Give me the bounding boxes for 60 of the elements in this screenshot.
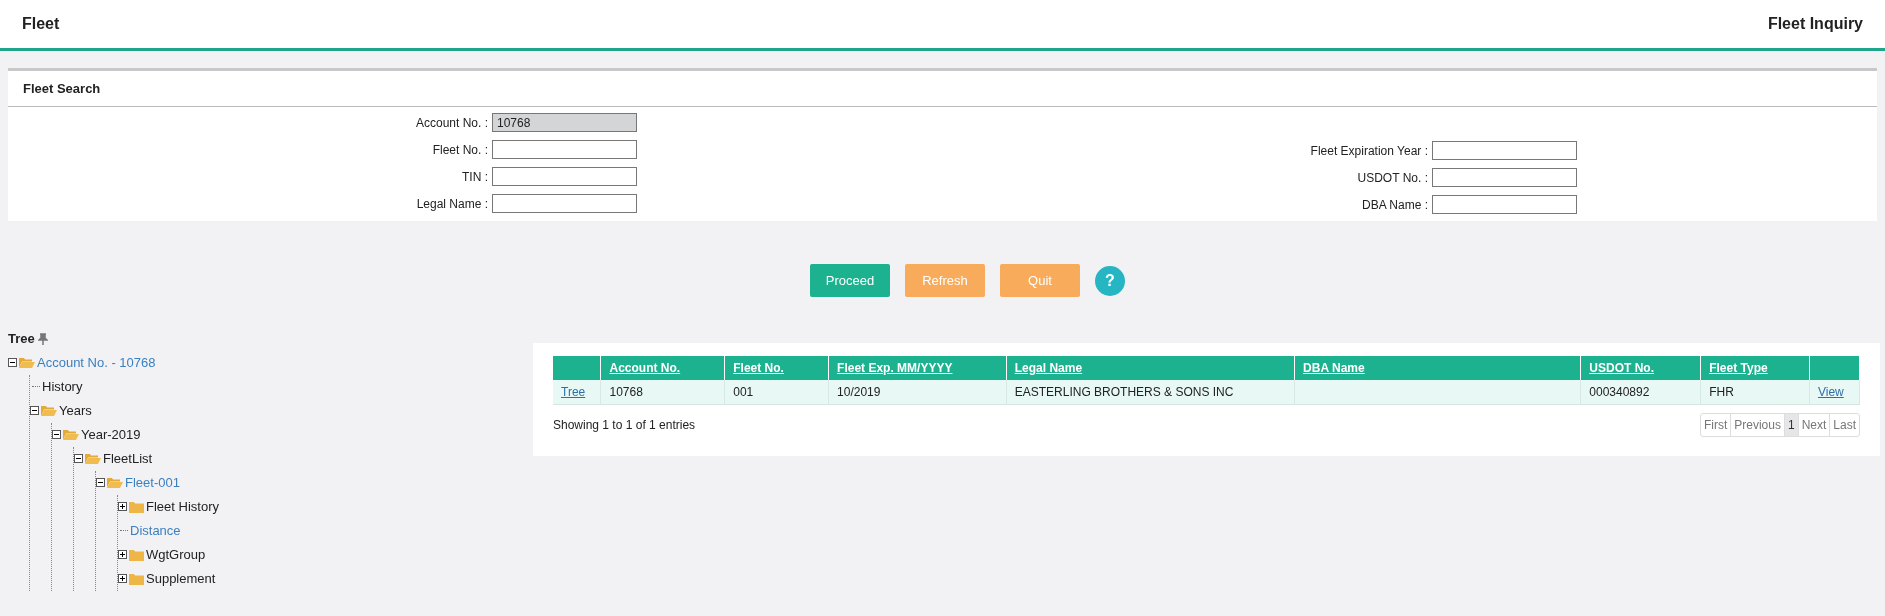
input-field[interactable]: [492, 140, 637, 159]
field-label: TIN :: [461, 168, 488, 186]
folder-icon: [107, 476, 123, 489]
pagination-button[interactable]: First: [1700, 413, 1731, 436]
field-label: DBA Name :: [1360, 196, 1428, 214]
field-label: Account No. :: [414, 114, 488, 132]
entries-info: Showing 1 to 1 of 1 entries: [553, 416, 696, 434]
folder-icon: [41, 404, 57, 417]
tree-node[interactable]: Account No. - 10768: [37, 352, 156, 373]
pagination-button[interactable]: Next: [1797, 413, 1830, 436]
input-field[interactable]: [492, 194, 637, 213]
input-field[interactable]: [1432, 195, 1577, 214]
tree-node[interactable]: FleetList: [103, 448, 153, 469]
tree-node[interactable]: Distance: [130, 520, 181, 541]
input-field[interactable]: [492, 167, 637, 186]
tree-node[interactable]: Year-2019: [81, 424, 141, 445]
collapse-icon[interactable]: [8, 358, 17, 367]
pagination-button[interactable]: Previous: [1730, 413, 1784, 436]
table-cell: 000340892: [1580, 380, 1701, 404]
tree-node[interactable]: Fleet-001: [125, 472, 180, 493]
tree-node[interactable]: Supplement: [146, 568, 216, 589]
panel-title: Fleet Search: [23, 79, 101, 98]
table-cell: 10768: [600, 380, 725, 404]
pin-icon[interactable]: [37, 332, 48, 345]
field-label: Legal Name :: [415, 195, 488, 213]
table-link[interactable]: Tree: [561, 384, 586, 399]
tree-title: Tree: [8, 330, 35, 348]
input-field[interactable]: [1432, 141, 1577, 160]
folder-icon: [85, 452, 101, 465]
table-cell: 001: [724, 380, 829, 404]
app-title: Fleet: [22, 14, 60, 34]
page-title: Fleet Inquiry: [1767, 14, 1863, 34]
collapse-icon[interactable]: [30, 406, 39, 415]
expand-icon[interactable]: [118, 502, 127, 511]
folder-icon: [19, 356, 35, 369]
field-label: Fleet Expiration Year :: [1309, 142, 1428, 160]
field-label: USDOT No. :: [1356, 169, 1428, 187]
help-button[interactable]: ?: [1095, 265, 1125, 296]
expand-icon[interactable]: [118, 550, 127, 559]
field-label: Fleet No. :: [431, 141, 488, 159]
table-cell: EASTERLING BROTHERS & SONS INC: [1006, 380, 1295, 404]
pagination-button[interactable]: 1: [1783, 413, 1798, 436]
expand-icon[interactable]: [118, 574, 127, 583]
pagination-button[interactable]: Last: [1829, 413, 1859, 436]
collapse-icon[interactable]: [52, 430, 61, 439]
folder-icon: [129, 548, 144, 561]
collapse-icon[interactable]: [96, 478, 105, 487]
table-cell: 10/2019: [828, 380, 1007, 404]
tree-node[interactable]: WgtGroup: [146, 544, 206, 565]
table-link[interactable]: View: [1817, 384, 1844, 399]
table-cell: FHR: [1700, 380, 1810, 404]
input-field[interactable]: [1432, 168, 1577, 187]
folder-icon: [129, 572, 144, 585]
folder-icon: [129, 500, 144, 513]
tree-node[interactable]: History: [42, 376, 83, 397]
folder-icon: [63, 428, 79, 441]
tree-node[interactable]: Fleet History: [146, 496, 219, 517]
collapse-icon[interactable]: [74, 454, 83, 463]
primary-button[interactable]: Proceed: [810, 264, 890, 297]
tree-node[interactable]: Years: [59, 400, 92, 421]
